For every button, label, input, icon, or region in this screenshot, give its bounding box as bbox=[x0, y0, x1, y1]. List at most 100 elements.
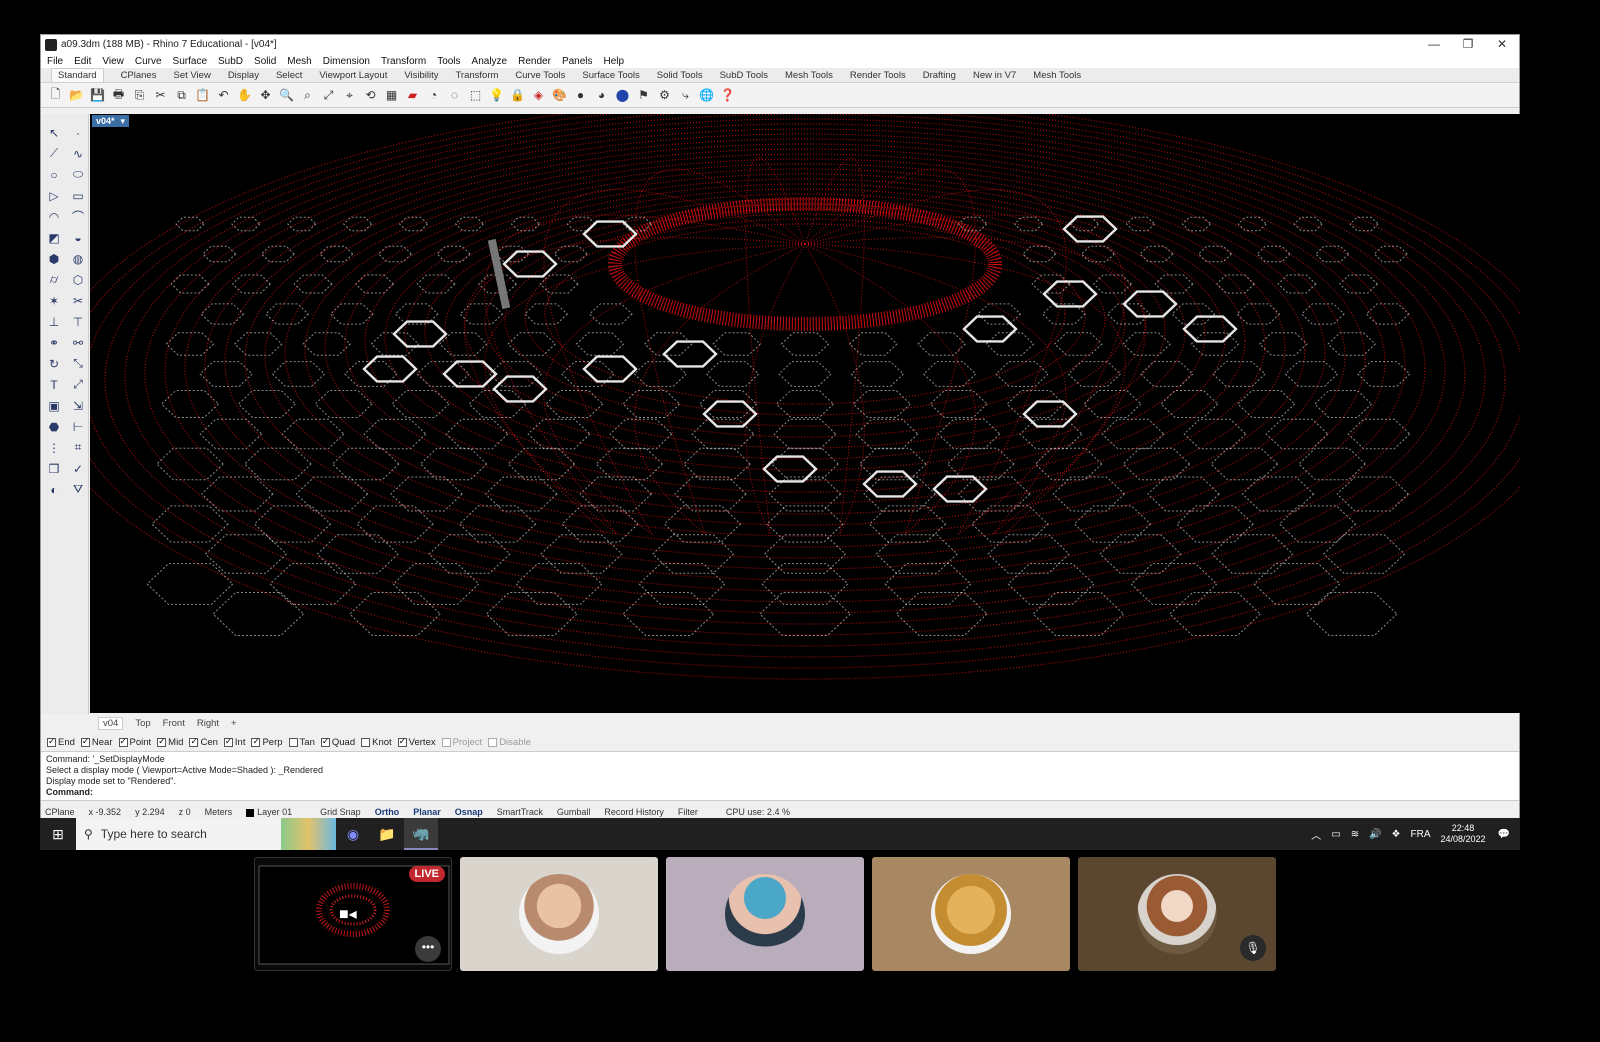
menu-item-view[interactable]: View bbox=[102, 56, 124, 67]
rectangle-icon[interactable]: ▭ bbox=[67, 185, 89, 206]
viewport-menu-icon[interactable]: ▾ bbox=[121, 116, 126, 126]
zoom-selected-icon[interactable]: ⌖ bbox=[341, 87, 358, 104]
curve-tools-icon[interactable]: ⤷ bbox=[677, 87, 694, 104]
status-toggle-smarttrack[interactable]: SmartTrack bbox=[497, 807, 543, 817]
explode-icon[interactable]: ✶ bbox=[43, 290, 65, 311]
osnap-checkbox[interactable] bbox=[488, 737, 498, 747]
settings-icon[interactable]: ⚙ bbox=[656, 87, 673, 104]
copy-icon[interactable]: ⧉ bbox=[173, 87, 190, 104]
viewport-title[interactable]: v04* ▾ bbox=[92, 115, 130, 127]
osnap-mid[interactable]: Mid bbox=[157, 736, 183, 748]
menu-item-dimension[interactable]: Dimension bbox=[323, 56, 370, 67]
file-explorer-icon[interactable]: 📁 bbox=[370, 818, 404, 850]
minimize-button[interactable]: — bbox=[1417, 35, 1451, 54]
osnap-checkbox[interactable] bbox=[251, 736, 261, 747]
status-toggle-osnap[interactable]: Osnap bbox=[455, 807, 483, 817]
trim-icon[interactable]: ✂ bbox=[67, 290, 89, 311]
print-icon[interactable]: 🖶 bbox=[110, 87, 127, 104]
tray-chevron-icon[interactable]: ︿ bbox=[1311, 827, 1321, 842]
paste-icon[interactable]: 📋 bbox=[194, 87, 211, 104]
box-icon[interactable]: ⬢ bbox=[43, 248, 65, 269]
select-icon[interactable]: ⬚ bbox=[467, 87, 484, 104]
tab-curve-tools[interactable]: Curve Tools bbox=[515, 70, 565, 82]
current-layer[interactable]: Layer 01 bbox=[246, 807, 306, 817]
array-icon[interactable]: ▣ bbox=[43, 395, 65, 416]
status-toggle-planar[interactable]: Planar bbox=[413, 807, 441, 817]
viewport-tab-right[interactable]: Right bbox=[197, 718, 219, 729]
car-icon[interactable]: ▰ bbox=[404, 87, 421, 104]
viewport-tab-top[interactable]: Top bbox=[135, 718, 150, 729]
perspective-viewport[interactable]: v04* ▾ bbox=[90, 114, 1520, 713]
participant-tile[interactable] bbox=[872, 857, 1070, 971]
polygon-icon[interactable]: ▷ bbox=[43, 185, 65, 206]
discord-app-icon[interactable]: ◉ bbox=[336, 818, 370, 850]
osnap-near[interactable]: Near bbox=[80, 736, 113, 748]
render-icon[interactable]: ⬤ bbox=[614, 87, 631, 104]
menu-item-tools[interactable]: Tools bbox=[437, 56, 460, 67]
color-wheel-icon[interactable]: 🎨 bbox=[551, 87, 568, 104]
rotate-icon[interactable]: ↻ bbox=[43, 353, 65, 374]
flag-icon[interactable]: ⚑ bbox=[635, 87, 652, 104]
osnap-checkbox[interactable] bbox=[288, 737, 298, 747]
zoom-window-icon[interactable]: ⌕ bbox=[299, 87, 316, 104]
globe-icon[interactable]: 🌐 bbox=[698, 87, 715, 104]
status-toggle-grid-snap[interactable]: Grid Snap bbox=[320, 807, 361, 817]
ellipse-icon[interactable]: ⬭ bbox=[67, 164, 89, 185]
command-area[interactable]: Command: '_SetDisplayMode Select a displ… bbox=[41, 751, 1519, 801]
participant-tile[interactable] bbox=[460, 857, 658, 971]
tab-surface-tools[interactable]: Surface Tools bbox=[582, 70, 639, 82]
tab-visibility[interactable]: Visibility bbox=[404, 70, 438, 82]
language-indicator[interactable]: FRA bbox=[1411, 829, 1431, 840]
menu-item-help[interactable]: Help bbox=[604, 56, 625, 67]
osnap-perp[interactable]: Perp bbox=[251, 736, 283, 748]
export-icon[interactable]: ⎘ bbox=[131, 87, 148, 104]
select-arrow-icon[interactable]: ↖ bbox=[43, 122, 65, 143]
lock-icon[interactable]: 🔒 bbox=[509, 87, 526, 104]
osnap-end[interactable]: End bbox=[47, 736, 75, 748]
analyze-icon[interactable]: ⌗ bbox=[67, 437, 89, 458]
taskbar-search[interactable]: ⚲ Type here to search bbox=[76, 818, 281, 850]
join-icon[interactable]: ⊥ bbox=[43, 311, 65, 332]
scale-icon[interactable]: ⤡ bbox=[67, 353, 89, 374]
text-icon[interactable]: T bbox=[43, 374, 65, 395]
tab-set-view[interactable]: Set View bbox=[173, 70, 210, 82]
osnap-vertex[interactable]: Vertex bbox=[397, 736, 436, 748]
undo-icon[interactable]: ↶ bbox=[215, 87, 232, 104]
light-icon[interactable]: 💡 bbox=[488, 87, 505, 104]
osnap-checkbox[interactable] bbox=[157, 736, 167, 747]
render-sphere-icon[interactable]: ◕ bbox=[593, 87, 610, 104]
tab-subd-tools[interactable]: SubD Tools bbox=[720, 70, 768, 82]
command-prompt[interactable]: Command: bbox=[46, 787, 1514, 798]
revolve-icon[interactable]: ◒ bbox=[67, 227, 89, 248]
zoom-extents-icon[interactable]: ⤢ bbox=[320, 87, 337, 104]
tab-render-tools[interactable]: Render Tools bbox=[850, 70, 906, 82]
pan-icon[interactable]: ✋ bbox=[236, 87, 253, 104]
maximize-button[interactable]: ❐ bbox=[1451, 35, 1485, 54]
osnap-checkbox[interactable] bbox=[397, 736, 407, 747]
polyline-icon[interactable]: ⟋ bbox=[43, 143, 65, 164]
help-icon[interactable]: ❓ bbox=[719, 87, 736, 104]
battery-icon[interactable]: ▭ bbox=[1331, 829, 1340, 840]
clock[interactable]: 22:48 24/08/2022 bbox=[1441, 823, 1486, 845]
osnap-checkbox[interactable] bbox=[441, 737, 451, 747]
osnap-cen[interactable]: Cen bbox=[189, 736, 218, 748]
osnap-quad[interactable]: Quad bbox=[320, 736, 355, 748]
status-toggle-filter[interactable]: Filter bbox=[678, 807, 698, 817]
participant-tile[interactable] bbox=[666, 857, 864, 971]
wifi-icon[interactable]: ≋ bbox=[1351, 829, 1359, 840]
render-tool-icon[interactable]: ◐ bbox=[43, 479, 65, 500]
menu-item-transform[interactable]: Transform bbox=[381, 56, 426, 67]
tab-transform[interactable]: Transform bbox=[455, 70, 498, 82]
notifications-icon[interactable]: 💬 bbox=[1498, 829, 1510, 840]
tab-drafting[interactable]: Drafting bbox=[923, 70, 956, 82]
group-icon[interactable]: ⚭ bbox=[43, 332, 65, 353]
circle-icon[interactable]: ◌ bbox=[446, 87, 463, 104]
grid-array-icon[interactable]: ⋮ bbox=[43, 437, 65, 458]
new-file-icon[interactable]: 🗋 bbox=[47, 87, 64, 104]
osnap-checkbox[interactable] bbox=[320, 736, 330, 747]
arc-icon[interactable]: ◠ bbox=[43, 206, 65, 227]
osnap-checkbox[interactable] bbox=[80, 736, 90, 747]
measure-icon[interactable]: ⊢ bbox=[67, 416, 89, 437]
cylinder-icon[interactable]: ⌭ bbox=[43, 269, 65, 290]
circle-tool-icon[interactable]: ○ bbox=[43, 164, 65, 185]
